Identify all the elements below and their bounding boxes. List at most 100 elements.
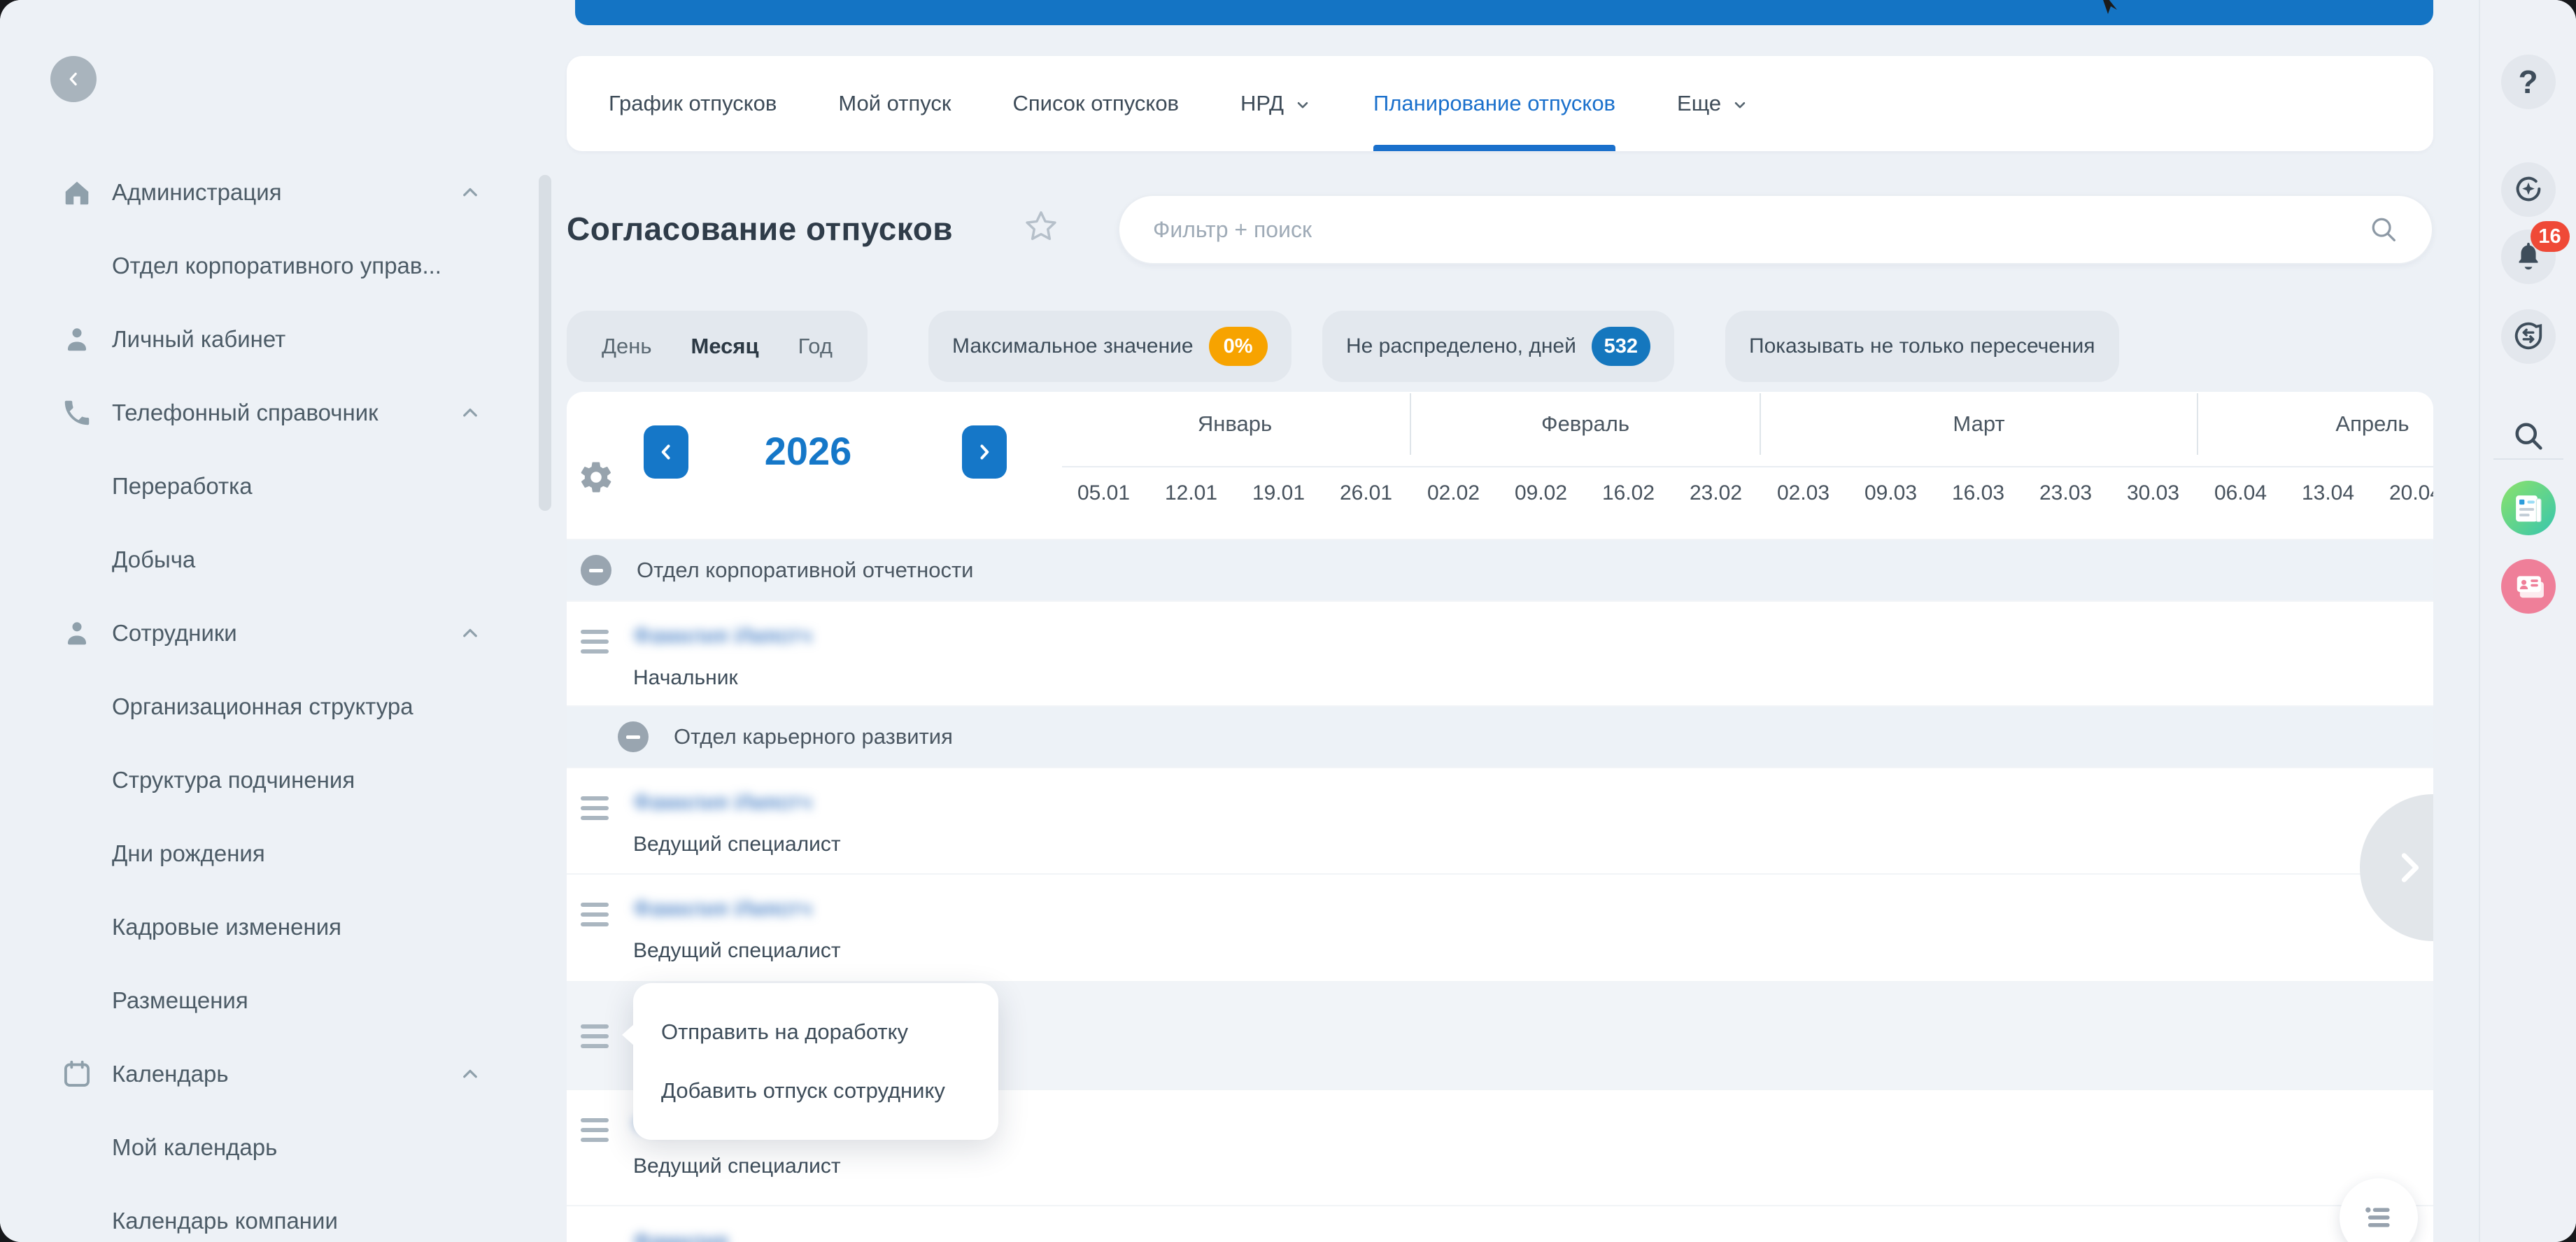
chip-label: Показывать не только пересечения — [1749, 334, 2095, 358]
sidebar-item-13[interactable]: Мой календарь — [0, 1110, 560, 1184]
top-banner — [575, 0, 2433, 25]
tab-label: Список отпусков — [1012, 91, 1179, 116]
chevron-down-icon — [1294, 94, 1312, 113]
list-icon — [2361, 1199, 2397, 1236]
chevron-up-icon[interactable] — [458, 1061, 483, 1087]
context-menu-item-1[interactable]: Добавить отпуск сотруднику — [633, 1061, 998, 1120]
search-icon[interactable] — [2368, 213, 2400, 246]
sidebar-item-9[interactable]: Дни рождения — [0, 817, 560, 890]
rail-notifications-button[interactable]: 16 — [2501, 230, 2556, 284]
date-column-16.03: 16.03 — [1934, 481, 2022, 505]
sidebar-item-0[interactable]: Администрация — [0, 155, 560, 229]
chip-2[interactable]: Показывать не только пересечения — [1725, 311, 2119, 382]
drag-handle-icon[interactable] — [581, 903, 609, 926]
toggle-option-День[interactable]: День — [582, 334, 672, 359]
sidebar-item-10[interactable]: Кадровые изменения — [0, 890, 560, 964]
sidebar-item-3[interactable]: Телефонный справочник — [0, 376, 560, 449]
home-icon — [59, 174, 95, 211]
chevron-right-icon — [972, 440, 996, 464]
year-prev-button[interactable] — [644, 425, 688, 479]
sidebar-item-5[interactable]: Добыча — [0, 523, 560, 596]
employee-name-blurred[interactable]: Фамилия Имяотч — [633, 789, 812, 815]
settings-gear-icon[interactable] — [578, 459, 614, 495]
drag-handle-icon[interactable] — [581, 1024, 609, 1048]
rail-chat-transfer-button[interactable] — [2501, 309, 2556, 364]
sidebar-item-label: Размещения — [112, 987, 248, 1014]
employee-role: Ведущий специалист — [633, 833, 841, 856]
ai-sync-icon — [2512, 173, 2545, 207]
toggle-option-Месяц[interactable]: Месяц — [672, 334, 779, 359]
chip-0[interactable]: Максимальное значение0% — [928, 311, 1291, 382]
tab-5[interactable]: Еще — [1677, 56, 1749, 151]
chevron-up-icon[interactable] — [458, 621, 483, 646]
toggle-option-Год[interactable]: Год — [779, 334, 852, 359]
notification-badge: 16 — [2531, 221, 2570, 252]
tab-1[interactable]: Мой отпуск — [838, 56, 951, 151]
sidebar-item-2[interactable]: Личный кабинет — [0, 302, 560, 376]
collapse-group-icon[interactable] — [581, 555, 611, 586]
employee-role: Начальник — [633, 666, 738, 690]
tab-3[interactable]: НРД — [1240, 56, 1312, 151]
tab-0[interactable]: График отпусков — [609, 56, 777, 151]
rail-contacts-button[interactable] — [2501, 560, 2556, 614]
sidebar-item-4[interactable]: Переработка — [0, 449, 560, 523]
sidebar-scrollbar[interactable] — [539, 175, 551, 511]
employee-name-blurred[interactable]: Фамилия — [633, 1229, 728, 1242]
chevron-up-icon[interactable] — [458, 400, 483, 425]
active-tab-underline — [1373, 145, 1615, 151]
chip-1[interactable]: Не распределено, дней532 — [1322, 311, 1674, 382]
sidebar-item-label: Организационная структура — [112, 693, 413, 720]
date-column-26.01: 26.01 — [1322, 481, 1410, 505]
tab-label: График отпусков — [609, 91, 777, 116]
search-icon — [2510, 418, 2547, 456]
sidebar-item-label: Добыча — [112, 546, 195, 573]
sidebar-item-label: Календарь компании — [112, 1208, 338, 1234]
search-input[interactable] — [1152, 216, 2368, 244]
sidebar-item-1[interactable]: Отдел корпоративного управ... — [0, 229, 560, 302]
favorite-star-icon[interactable] — [1023, 209, 1059, 245]
chevron-up-icon[interactable] — [458, 180, 483, 205]
timeline-divider — [1062, 466, 2433, 467]
drag-handle-icon[interactable] — [581, 1118, 609, 1142]
employee-name-blurred[interactable]: Фамилия Имяотч — [633, 623, 812, 649]
date-column-19.01: 19.01 — [1235, 481, 1322, 505]
sidebar-item-11[interactable]: Размещения — [0, 964, 560, 1037]
sidebar-item-8[interactable]: Структура подчинения — [0, 743, 560, 817]
year-next-button[interactable] — [962, 425, 1007, 479]
chevron-down-icon — [1731, 94, 1749, 113]
sidebar-item-14[interactable]: Календарь компании — [0, 1184, 560, 1242]
row-context-menu: Отправить на доработкуДобавить отпуск со… — [633, 983, 998, 1140]
date-column-13.04: 13.04 — [2284, 481, 2372, 505]
month-header-Февраль: Февраль — [1410, 393, 1760, 455]
tab-4[interactable]: Планирование отпусков — [1373, 56, 1615, 151]
sidebar-item-label: Структура подчинения — [112, 767, 355, 793]
sidebar: Администрация Отдел корпоративного управ.… — [0, 0, 560, 1242]
tab-2[interactable]: Список отпусков — [1012, 56, 1179, 151]
rail-help-button[interactable]: ? — [2501, 55, 2556, 109]
context-menu-item-0[interactable]: Отправить на доработку — [633, 1003, 998, 1061]
sidebar-item-label: Отдел корпоративного управ... — [112, 253, 441, 279]
month-header-Январь: Январь — [1060, 393, 1410, 455]
employee-name-blurred[interactable]: Фамилия Имяотч — [633, 896, 812, 922]
chevron-right-icon — [2386, 845, 2431, 890]
chip-label: Максимальное значение — [952, 334, 1194, 358]
sidebar-item-12[interactable]: Календарь — [0, 1037, 560, 1110]
sidebar-item-7[interactable]: Организационная структура — [0, 670, 560, 743]
rail-ai-sync-button[interactable] — [2501, 162, 2556, 217]
chip-label: Не распределено, дней — [1346, 334, 1576, 358]
collapse-group-icon[interactable] — [618, 721, 649, 752]
drag-handle-icon[interactable] — [581, 796, 609, 820]
sidebar-item-label: Сотрудники — [112, 620, 237, 647]
rail-search-button[interactable] — [2501, 409, 2556, 464]
sidebar-item-label: Мой календарь — [112, 1134, 277, 1161]
date-column-02.03: 02.03 — [1760, 481, 1847, 505]
sidebar-collapse-button[interactable] — [50, 56, 97, 102]
filter-search — [1118, 195, 2433, 264]
sidebar-item-6[interactable]: Сотрудники — [0, 596, 560, 670]
tab-label: Еще — [1677, 91, 1721, 116]
date-column-16.02: 16.02 — [1585, 481, 1672, 505]
drag-handle-icon[interactable] — [581, 630, 609, 654]
tab-bar: График отпусков Мой отпуск Список отпусков… — [567, 56, 2433, 151]
rail-news-button[interactable] — [2501, 481, 2556, 536]
phone-icon — [59, 395, 95, 431]
